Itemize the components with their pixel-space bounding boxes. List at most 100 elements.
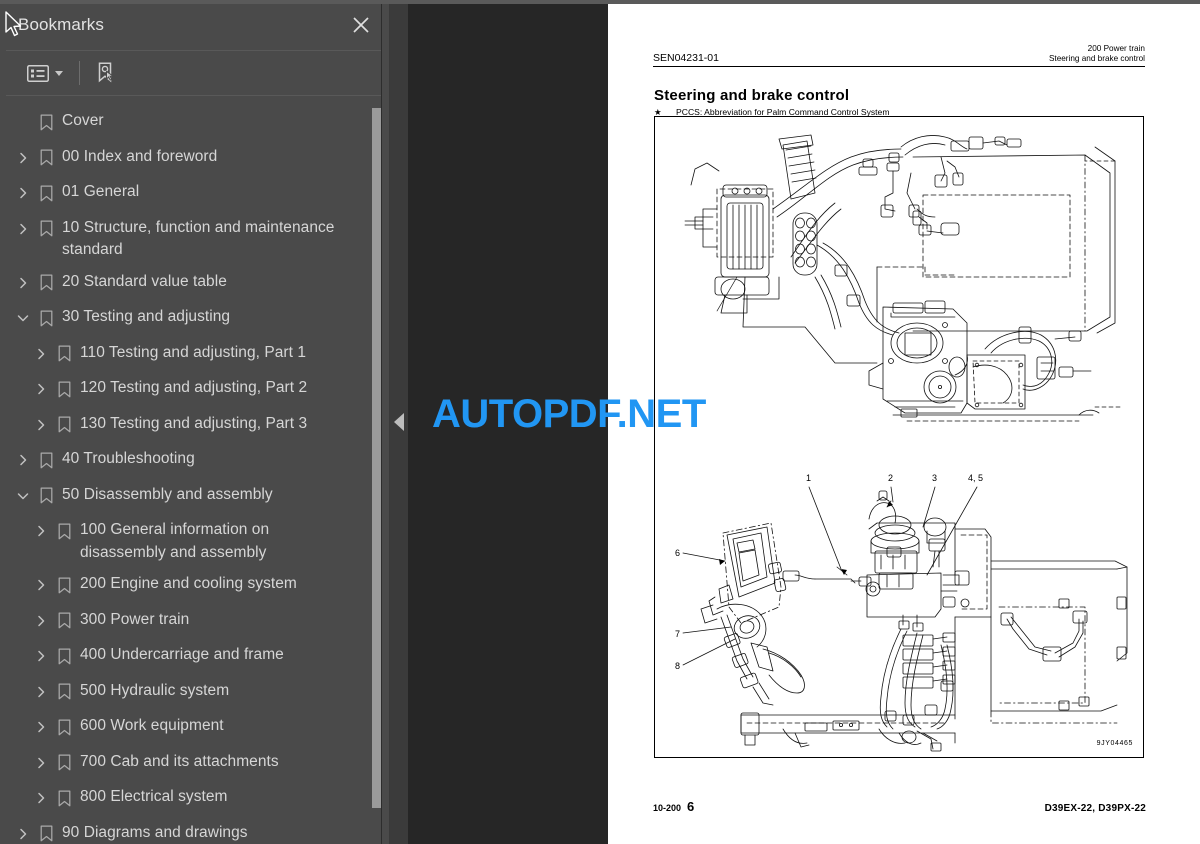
bookmark-item-label: 01 General bbox=[62, 183, 140, 200]
bookmark-icon bbox=[52, 608, 76, 634]
bookmark-icon bbox=[52, 341, 76, 367]
bookmark-item[interactable]: 130 Testing and adjusting, Part 3 bbox=[0, 408, 389, 444]
bookmarks-panel: Bookmarks Cover 00 Index and foreword 01… bbox=[0, 0, 390, 844]
bookmark-item[interactable]: 600 Work equipment bbox=[0, 710, 389, 746]
figure-box: 1 2 3 4, 5 6 7 8 9JY04465 bbox=[654, 116, 1144, 758]
chevron-right-icon[interactable] bbox=[30, 572, 52, 598]
panel-right-edge bbox=[382, 0, 389, 844]
bookmark-item[interactable]: 110 Testing and adjusting, Part 1 bbox=[0, 337, 389, 373]
bookmark-icon bbox=[52, 714, 76, 740]
page-section-line1: 200 Power train bbox=[1087, 44, 1145, 53]
chevron-right-icon[interactable] bbox=[12, 821, 34, 844]
svg-text:6: 6 bbox=[675, 548, 680, 558]
bookmark-item-label: 90 Diagrams and drawings bbox=[62, 823, 248, 841]
bookmarks-scrollbar-thumb[interactable] bbox=[372, 108, 381, 808]
chevron-right-icon[interactable] bbox=[30, 412, 52, 438]
chevron-down-icon[interactable] bbox=[12, 483, 34, 509]
chevron-right-icon[interactable] bbox=[12, 180, 34, 206]
bookmark-item-label: 130 Testing and adjusting, Part 3 bbox=[80, 414, 308, 432]
bookmark-item-label: 700 Cab and its attachments bbox=[80, 752, 279, 770]
add-bookmark-icon[interactable] bbox=[93, 58, 119, 88]
chevron-right-icon[interactable] bbox=[30, 518, 52, 544]
bookmark-item-label: 20 Standard value table bbox=[62, 272, 227, 290]
pdf-page-viewer[interactable]: SEN04231-01 200 Power train Steering and… bbox=[408, 0, 1200, 844]
bookmark-item[interactable]: 01 General bbox=[0, 176, 389, 212]
upper-assembly-drawing bbox=[655, 117, 1144, 457]
bookmark-item[interactable]: 200 Engine and cooling system bbox=[0, 568, 389, 604]
bookmark-item[interactable]: 400 Undercarriage and frame bbox=[0, 639, 389, 675]
bookmark-item-label: 30 Testing and adjusting bbox=[62, 308, 231, 325]
svg-text:2: 2 bbox=[888, 473, 893, 483]
bookmark-item[interactable]: 700 Cab and its attachments bbox=[0, 746, 389, 782]
bookmark-item-label: 500 Hydraulic system bbox=[80, 681, 230, 699]
bookmark-icon bbox=[34, 216, 58, 242]
bookmark-icon bbox=[34, 180, 58, 206]
list-view-icon[interactable] bbox=[24, 58, 66, 88]
chevron-right-icon[interactable] bbox=[30, 679, 52, 705]
bookmark-item[interactable]: 00 Index and foreword bbox=[0, 141, 389, 177]
footer-section-info: 10-200 6 bbox=[653, 799, 694, 814]
chevron-right-icon[interactable] bbox=[30, 643, 52, 669]
bookmark-item-label: 800 Electrical system bbox=[80, 788, 228, 805]
svg-text:7: 7 bbox=[675, 629, 680, 639]
bookmark-item[interactable]: 300 Power train bbox=[0, 604, 389, 640]
bookmark-item[interactable]: 40 Troubleshooting bbox=[0, 443, 389, 479]
bookmark-item-label: 200 Engine and cooling system bbox=[80, 575, 297, 592]
bookmarks-panel-title: Bookmarks bbox=[18, 15, 104, 34]
bookmark-icon bbox=[52, 412, 76, 438]
chevron-right-icon[interactable] bbox=[30, 714, 52, 740]
bookmark-item[interactable]: 800 Electrical system bbox=[0, 781, 389, 817]
chevron-right-icon[interactable] bbox=[30, 376, 52, 402]
page-title: Steering and brake control bbox=[654, 87, 850, 104]
bookmark-icon bbox=[34, 821, 58, 844]
bookmark-item-label: 100 General information on disassembly a… bbox=[80, 521, 270, 561]
chevron-right-icon[interactable] bbox=[12, 447, 34, 473]
bookmark-item-label: 10 Structure, function and maintenance s… bbox=[62, 218, 335, 259]
bookmark-item[interactable]: 90 Diagrams and drawings bbox=[0, 817, 389, 844]
pdf-page-sheet: SEN04231-01 200 Power train Steering and… bbox=[608, 4, 1200, 844]
chevron-right-icon[interactable] bbox=[12, 216, 34, 242]
page-running-head: SEN04231-01 200 Power train Steering and… bbox=[653, 44, 1145, 67]
bookmark-item-label: 600 Work equipment bbox=[80, 717, 224, 734]
svg-text:8: 8 bbox=[675, 661, 680, 671]
bookmark-item[interactable]: 500 Hydraulic system bbox=[0, 675, 389, 711]
chevron-right-icon[interactable] bbox=[30, 608, 52, 634]
toolbar-separator bbox=[79, 61, 80, 85]
bookmark-icon bbox=[52, 572, 76, 598]
bookmark-item[interactable]: 100 General information on disassembly a… bbox=[0, 514, 389, 568]
chevron-right-icon[interactable] bbox=[12, 145, 34, 171]
svg-text:1: 1 bbox=[806, 473, 811, 483]
chevron-right-icon[interactable] bbox=[12, 270, 34, 296]
document-number: SEN04231-01 bbox=[653, 52, 719, 64]
chevron-right-icon[interactable] bbox=[30, 750, 52, 776]
bookmarks-tree[interactable]: Cover 00 Index and foreword 01 General 10 S… bbox=[0, 96, 389, 844]
bookmark-item-label: 300 Power train bbox=[80, 610, 190, 628]
svg-text:3: 3 bbox=[932, 473, 937, 483]
chevron-down-icon[interactable] bbox=[12, 305, 34, 331]
window-top-strip bbox=[0, 0, 1200, 4]
page-footer: 10-200 6 D39EX-22, D39PX-22 bbox=[653, 799, 1146, 814]
bookmark-item-label: 50 Disassembly and assembly bbox=[62, 485, 273, 503]
tree-twisty-spacer bbox=[12, 109, 34, 135]
bookmark-item-label: Cover bbox=[62, 112, 104, 129]
bookmark-item[interactable]: 50 Disassembly and assembly bbox=[0, 479, 389, 515]
svg-text:4, 5: 4, 5 bbox=[968, 473, 983, 483]
close-icon[interactable] bbox=[347, 11, 375, 39]
bookmark-icon bbox=[34, 483, 58, 509]
bookmark-icon bbox=[52, 679, 76, 705]
bookmark-item[interactable]: 120 Testing and adjusting, Part 2 bbox=[0, 372, 389, 408]
bookmark-item[interactable]: 20 Standard value table bbox=[0, 266, 389, 302]
lower-assembly-drawing: 1 2 3 4, 5 6 7 8 bbox=[675, 473, 1144, 757]
bookmark-icon bbox=[34, 109, 58, 135]
chevron-right-icon[interactable] bbox=[30, 785, 52, 811]
bookmark-item[interactable]: 10 Structure, function and maintenance s… bbox=[0, 212, 389, 266]
bookmark-icon bbox=[52, 750, 76, 776]
panel-splitter[interactable] bbox=[390, 0, 408, 844]
collapse-left-icon[interactable] bbox=[394, 413, 404, 431]
page-section-line2: Steering and brake control bbox=[1048, 54, 1145, 63]
bookmark-item-label: 00 Index and foreword bbox=[62, 147, 218, 165]
chevron-right-icon[interactable] bbox=[30, 341, 52, 367]
bookmark-item[interactable]: Cover bbox=[0, 105, 389, 141]
figure-id: 9JY04465 bbox=[1096, 740, 1133, 747]
bookmark-item[interactable]: 30 Testing and adjusting bbox=[0, 301, 389, 337]
